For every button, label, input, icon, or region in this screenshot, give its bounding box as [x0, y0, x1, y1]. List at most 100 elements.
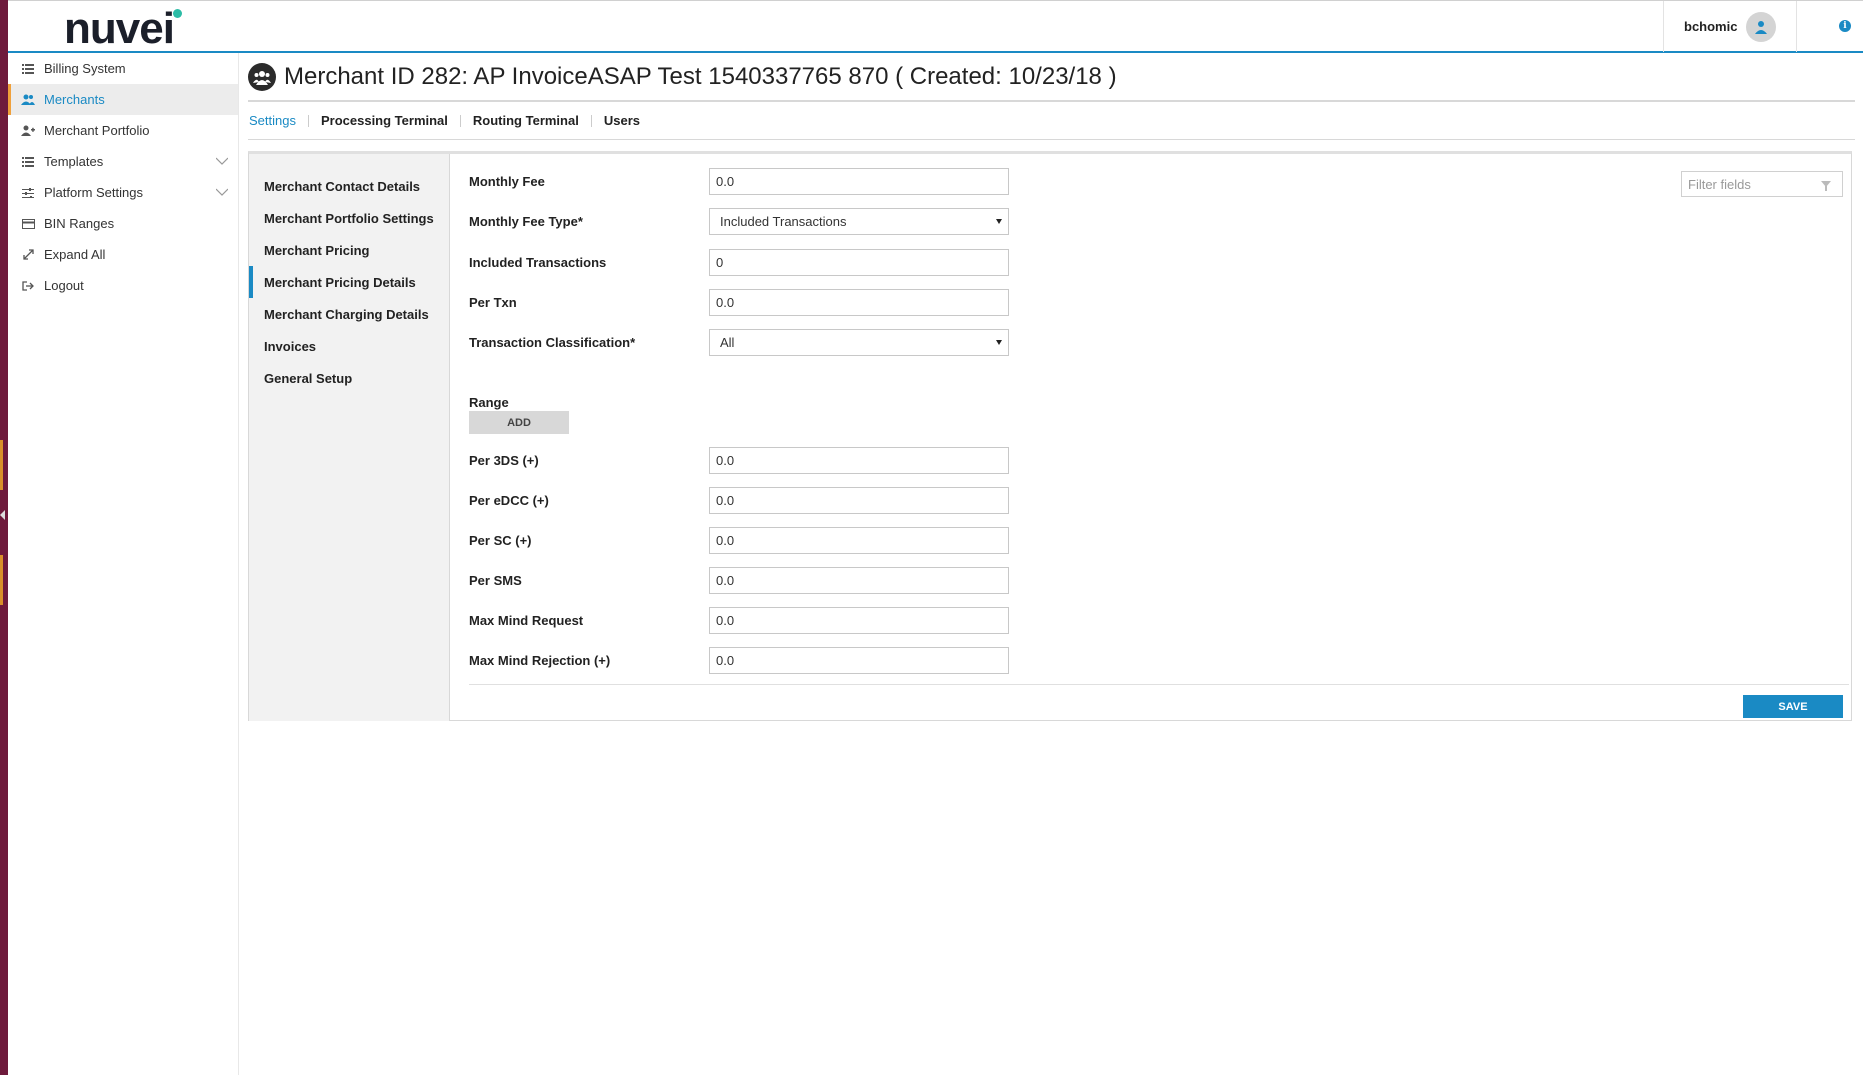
add-range-button[interactable]: ADD [469, 411, 569, 434]
form-row-monthly-fee-type: Monthly Fee Type* Included Transactions [469, 208, 1069, 238]
range-label: Range [469, 395, 509, 410]
caret-down-icon [996, 219, 1002, 224]
filter-icon [1821, 181, 1831, 191]
page-header: Merchant ID 282: AP InvoiceASAP Test 154… [248, 53, 1855, 102]
subnav-general-setup[interactable]: General Setup [249, 362, 449, 394]
logo-dot [173, 9, 182, 18]
nuvei-logo[interactable]: nuvei [64, 7, 175, 51]
per-edcc-input[interactable] [709, 487, 1009, 514]
form-row-max-mind-request: Max Mind Request [469, 607, 1069, 637]
field-label: Per 3DS (+) [469, 453, 539, 468]
logout-icon [20, 279, 36, 293]
user-menu[interactable]: bchomic [1663, 1, 1797, 52]
top-header: nuvei bchomic i [8, 0, 1863, 53]
merchant-icon [248, 62, 276, 91]
field-label: Monthly Fee [469, 174, 545, 189]
tab-routing-terminal[interactable]: Routing Terminal [461, 114, 592, 127]
user-icon [1755, 21, 1767, 34]
sidebar-item-expand-all[interactable]: Expand All [8, 239, 238, 270]
field-label: Transaction Classification* [469, 335, 636, 350]
sidebar-item-label: Platform Settings [44, 185, 143, 200]
subnav-merchant-contact-details[interactable]: Merchant Contact Details [249, 170, 449, 202]
users-icon [20, 93, 36, 107]
included-transactions-input[interactable] [709, 249, 1009, 276]
form-divider [469, 684, 1849, 685]
username: bchomic [1684, 19, 1738, 34]
main-content: Merchant ID 282: AP InvoiceASAP Test 154… [248, 53, 1855, 721]
list-icon [20, 155, 36, 169]
max-mind-request-input[interactable] [709, 607, 1009, 634]
info-icon[interactable]: i [1839, 20, 1851, 32]
sidebar: Billing System Merchants Merchant Portfo… [8, 53, 239, 1075]
sliders-icon [20, 186, 36, 200]
per-txn-input[interactable] [709, 289, 1009, 316]
sidebar-item-billing-system[interactable]: Billing System [8, 53, 238, 84]
tab-processing-terminal[interactable]: Processing Terminal [309, 114, 461, 127]
form-row-included-transactions: Included Transactions [469, 249, 1069, 279]
chevron-down-icon[interactable] [216, 155, 228, 167]
subnav-merchant-portfolio-settings[interactable]: Merchant Portfolio Settings [249, 202, 449, 234]
sidebar-item-templates[interactable]: Templates [8, 146, 238, 177]
sidebar-item-label: Billing System [44, 61, 126, 76]
transaction-classification-select[interactable]: All [709, 329, 1009, 356]
settings-panel: Merchant Contact Details Merchant Portfo… [248, 151, 1852, 721]
sidebar-item-label: BIN Ranges [44, 216, 115, 231]
settings-subnav: Merchant Contact Details Merchant Portfo… [249, 154, 450, 721]
field-label: Max Mind Rejection (+) [469, 653, 611, 668]
max-mind-rejection-input[interactable] [709, 647, 1009, 674]
field-label: Per Txn [469, 295, 517, 310]
avatar[interactable] [1746, 12, 1776, 42]
field-label: Per SMS [469, 573, 522, 588]
sidebar-item-label: Logout [44, 278, 84, 293]
subnav-merchant-charging-details[interactable]: Merchant Charging Details [249, 298, 449, 330]
select-value: All [720, 335, 735, 350]
caret-down-icon [996, 340, 1002, 345]
sidebar-item-label: Expand All [44, 247, 106, 262]
sidebar-item-label: Merchants [44, 92, 105, 107]
tab-bar: Settings Processing Terminal Routing Ter… [248, 102, 1855, 140]
per-3ds-input[interactable] [709, 447, 1009, 474]
monthly-fee-type-select[interactable]: Included Transactions [709, 208, 1009, 235]
sidebar-item-platform-settings[interactable]: Platform Settings [8, 177, 238, 208]
user-plus-icon [20, 124, 36, 138]
strip-marker [0, 555, 3, 605]
sidebar-item-logout[interactable]: Logout [8, 270, 238, 301]
per-sc-input[interactable] [709, 527, 1009, 554]
form-row-per-sc: Per SC (+) [469, 527, 1069, 557]
list-icon [20, 62, 36, 76]
form-row-monthly-fee: Monthly Fee [469, 168, 1069, 198]
credit-card-icon [20, 217, 36, 231]
form-row-per-sms: Per SMS [469, 567, 1069, 597]
collapse-arrow-icon[interactable] [0, 510, 5, 520]
subnav-invoices[interactable]: Invoices [249, 330, 449, 362]
save-button[interactable]: SAVE [1743, 695, 1843, 718]
sidebar-item-label: Merchant Portfolio [44, 123, 150, 138]
form-row-per-txn: Per Txn [469, 289, 1069, 319]
sidebar-item-bin-ranges[interactable]: BIN Ranges [8, 208, 238, 239]
left-window-strip [0, 0, 8, 1075]
field-label: Per eDCC (+) [469, 493, 549, 508]
sidebar-item-merchant-portfolio[interactable]: Merchant Portfolio [8, 115, 238, 146]
strip-marker [0, 440, 3, 490]
monthly-fee-input[interactable] [709, 168, 1009, 195]
chevron-down-icon[interactable] [216, 186, 228, 198]
field-label: Monthly Fee Type* [469, 214, 583, 229]
per-sms-input[interactable] [709, 567, 1009, 594]
tab-settings[interactable]: Settings [248, 114, 309, 127]
select-value: Included Transactions [720, 214, 847, 229]
sidebar-item-merchants[interactable]: Merchants [8, 84, 238, 115]
field-label: Per SC (+) [469, 533, 532, 548]
subnav-merchant-pricing-details[interactable]: Merchant Pricing Details [249, 266, 449, 298]
sidebar-item-label: Templates [44, 154, 104, 169]
form-row-max-mind-rejection: Max Mind Rejection (+) [469, 647, 1069, 677]
form-row-per-3ds: Per 3DS (+) [469, 447, 1069, 477]
field-label: Max Mind Request [469, 613, 584, 628]
expand-icon [20, 248, 36, 262]
field-label: Included Transactions [469, 255, 607, 270]
page-title: Merchant ID 282: AP InvoiceASAP Test 154… [284, 62, 1117, 90]
filter-fields-input[interactable] [1681, 171, 1843, 197]
tab-users[interactable]: Users [592, 114, 652, 127]
subnav-merchant-pricing[interactable]: Merchant Pricing [249, 234, 449, 266]
form-row-transaction-classification: Transaction Classification* All [469, 329, 1069, 359]
form-row-per-edcc: Per eDCC (+) [469, 487, 1069, 517]
